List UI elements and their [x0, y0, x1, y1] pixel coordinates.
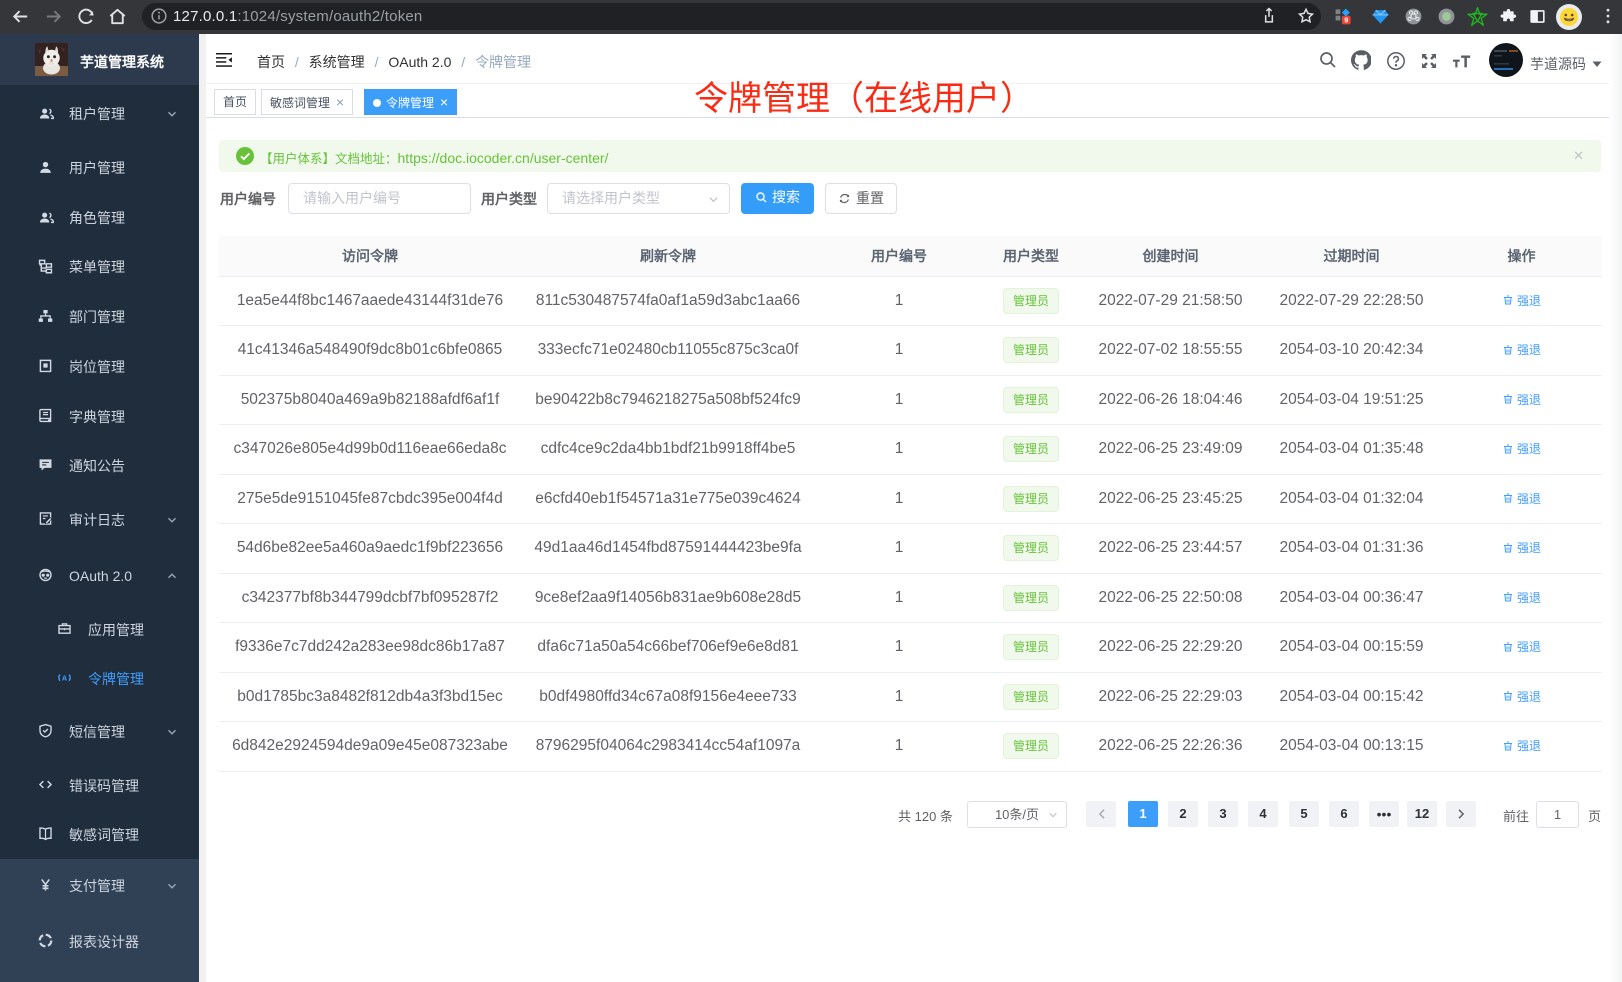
svg-text:A: A: [62, 673, 68, 682]
svg-text:9: 9: [1344, 16, 1348, 24]
